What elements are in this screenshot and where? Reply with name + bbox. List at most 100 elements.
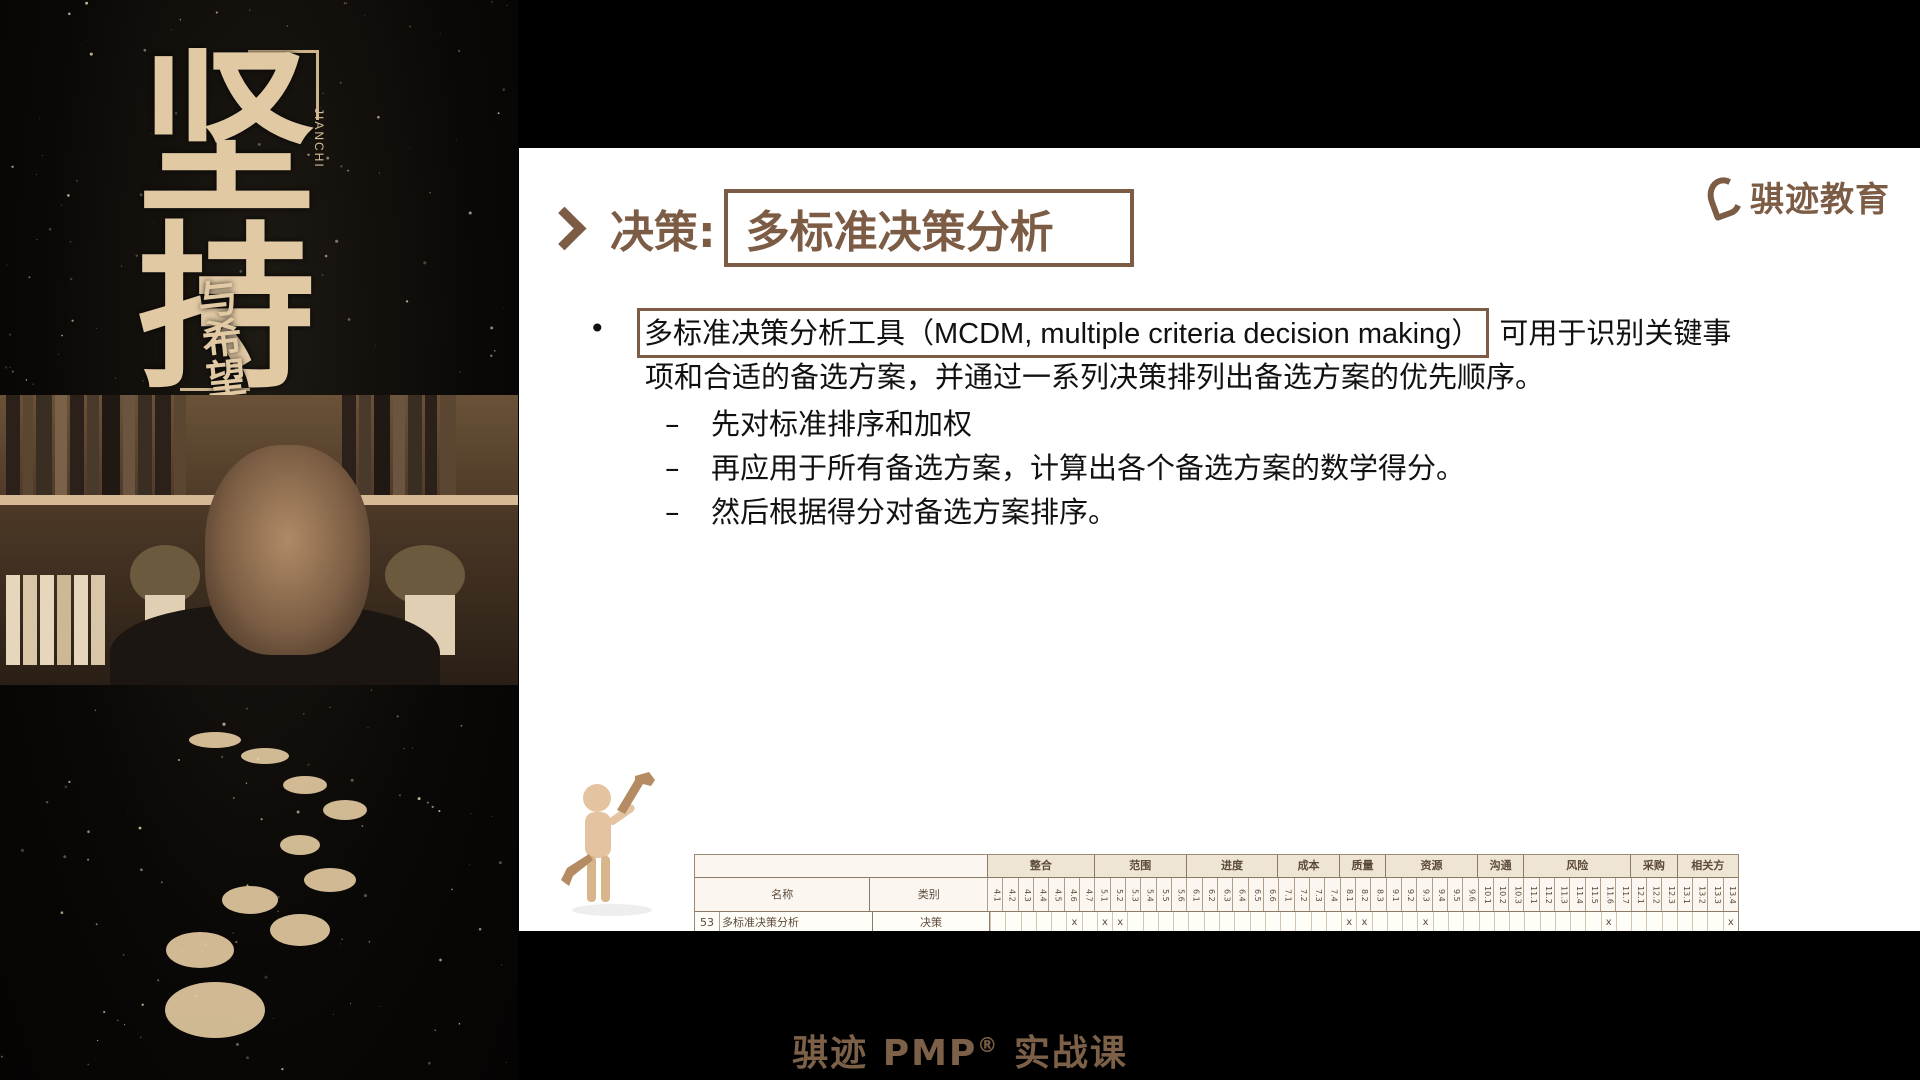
matrix-cell (1402, 912, 1417, 931)
matrix-column: 9.5 (1446, 878, 1462, 912)
sub-item-text: 再应用于所有备选方案，计算出各个备选方案的数学得分。 (711, 451, 1466, 485)
matrix-column: 7.3 (1308, 878, 1324, 912)
row-category: 决策 (873, 912, 990, 931)
matrix-cell (1142, 912, 1158, 931)
matrix-group: 沟通 (1476, 855, 1524, 877)
matrix-cell (1615, 912, 1631, 931)
matrix-cell (990, 912, 1005, 931)
matrix-cell (1478, 912, 1494, 931)
chevron-right-icon (542, 206, 587, 250)
sub-item: – 然后根据得分对备选方案排序。 (665, 490, 1899, 534)
bullet-text-line2: 项和合适的备选方案，并通过一系列决策排列出备选方案的优先顺序。 (645, 360, 1545, 394)
caption-text: 骐迹 PMP (792, 1033, 978, 1074)
matrix-cell (1234, 912, 1249, 931)
bullet-dot-icon: • (589, 312, 606, 345)
sub-list: – 先对标准排序和加权 – 再应用于所有备选方案，计算出各个备选方案的数学得分。… (589, 402, 1899, 534)
matrix-column: 12.1 (1630, 878, 1646, 912)
matrix-column: 9.1 (1385, 878, 1401, 912)
matrix-cell (1188, 912, 1203, 931)
matrix-cell (1371, 912, 1387, 931)
matrix-column: 9.6 (1462, 878, 1477, 912)
matrix-column: 11.4 (1569, 878, 1584, 912)
row-number: 53 (695, 912, 720, 931)
matrix-cell (1707, 912, 1722, 931)
matrix-cell (1218, 912, 1234, 931)
matrix-column: 11.6 (1600, 878, 1615, 912)
matrix-cell (1539, 912, 1555, 931)
matrix-cell: x (1096, 912, 1112, 931)
matrix-group-header: 整合 范围 进度 成本 质量 资源 沟通 风险 采购 相关方 (987, 855, 1739, 877)
matrix-cell (1524, 912, 1539, 931)
matrix-group: 资源 (1385, 855, 1477, 877)
matrix-cell (1509, 912, 1524, 931)
matrix-group: 相关方 (1676, 855, 1739, 877)
matrix-column: 8.2 (1354, 878, 1370, 912)
matrix-column: 4.2 (1002, 878, 1017, 912)
matrix-column: 6.1 (1186, 878, 1201, 912)
matrix-cell (1432, 912, 1448, 931)
matrix-column-header: 4.1 4.2 4.3 4.4 4.5 4.6 4.7 5.1 5.2 5.3 5.4 5.5 5.6 6… (987, 877, 1738, 912)
matrix-column: 11.5 (1584, 878, 1600, 912)
matrix-column: 4.4 (1032, 878, 1048, 912)
matrix-cell (1020, 912, 1036, 931)
matrix-cell (1051, 912, 1066, 931)
matrix-column: 13.3 (1707, 878, 1722, 912)
matrix-column: 6.4 (1232, 878, 1247, 912)
matrix-group: 风险 (1523, 855, 1631, 877)
matrix-header-category: 类别 (917, 888, 940, 901)
matrix-cell: x (1356, 912, 1371, 931)
matrix-column: 11.2 (1538, 878, 1554, 912)
matrix-column: 5.2 (1109, 878, 1125, 912)
slide-content: • 多标准决策分析工具（MCDM, multiple criteria deci… (589, 308, 1899, 534)
matrix-cell (1493, 912, 1509, 931)
left-decor-panel: 坚持 与希望 JIANCHI (0, 0, 518, 1080)
matrix-cell (1310, 912, 1326, 931)
process-matrix-table: 整合 范围 进度 成本 质量 资源 沟通 风险 采购 相关方 名称 类别 4.1 4.2 4.3 4.4… (694, 854, 1739, 931)
title-prefix: 决策: (610, 207, 716, 258)
matrix-column: 5.3 (1124, 878, 1140, 912)
matrix-column: 10.2 (1492, 878, 1508, 912)
matrix-column: 8.1 (1339, 878, 1355, 912)
matrix-cell (1570, 912, 1585, 931)
matrix-column: 11.3 (1554, 878, 1569, 912)
worker-wrench-illustration (561, 772, 655, 916)
matrix-column: 4.1 (987, 878, 1002, 912)
matrix-group: 进度 (1185, 855, 1278, 877)
matrix-column: 6.2 (1201, 878, 1217, 912)
dash-icon: – (665, 495, 680, 529)
matrix-column: 4.5 (1048, 878, 1063, 912)
matrix-cell (1035, 912, 1051, 931)
matrix-cell (1661, 912, 1677, 931)
registered-mark: ® (977, 1033, 1000, 1057)
slide-title-row: 决策: 多标准决策分析 (542, 188, 1134, 268)
matrix-cell (1646, 912, 1661, 931)
matrix-column: 4.3 (1017, 878, 1033, 912)
matrix-column: 11.1 (1523, 878, 1538, 912)
matrix-column: 8.3 (1370, 878, 1385, 912)
matrix-column: 10.3 (1508, 878, 1523, 912)
bullet-text-line1: 可用于识别关键事 (1499, 316, 1732, 350)
logo-mark-icon (1702, 171, 1748, 222)
matrix-cell (1386, 912, 1402, 931)
matrix-cell (1203, 912, 1219, 931)
course-caption: 骐迹 PMP® 实战课 (0, 1024, 1920, 1076)
matrix-cell (1157, 912, 1173, 931)
matrix-cell (1676, 912, 1692, 931)
matrix-cell (1264, 912, 1280, 931)
matrix-column: 4.6 (1063, 878, 1079, 912)
matrix-column: 4.7 (1078, 878, 1094, 912)
matrix-column: 9.3 (1416, 878, 1431, 912)
table-row: 53 多标准决策分析 决策 xxxxxxxx (695, 911, 1738, 931)
matrix-group: 质量 (1338, 855, 1386, 877)
matrix-cell (1295, 912, 1310, 931)
matrix-cell: x (1722, 912, 1738, 931)
matrix-cell: x (1341, 912, 1356, 931)
brand-logo: 骐迹教育 (1702, 171, 1890, 222)
matrix-column: 13.2 (1692, 878, 1707, 912)
matrix-column: 12.2 (1646, 878, 1661, 912)
matrix-cell (1447, 912, 1463, 931)
slide-title: 多标准决策分析 (723, 189, 1134, 267)
matrix-column: 6.3 (1216, 878, 1232, 912)
matrix-cell: x (1066, 912, 1081, 931)
matrix-cell: x (1112, 912, 1127, 931)
